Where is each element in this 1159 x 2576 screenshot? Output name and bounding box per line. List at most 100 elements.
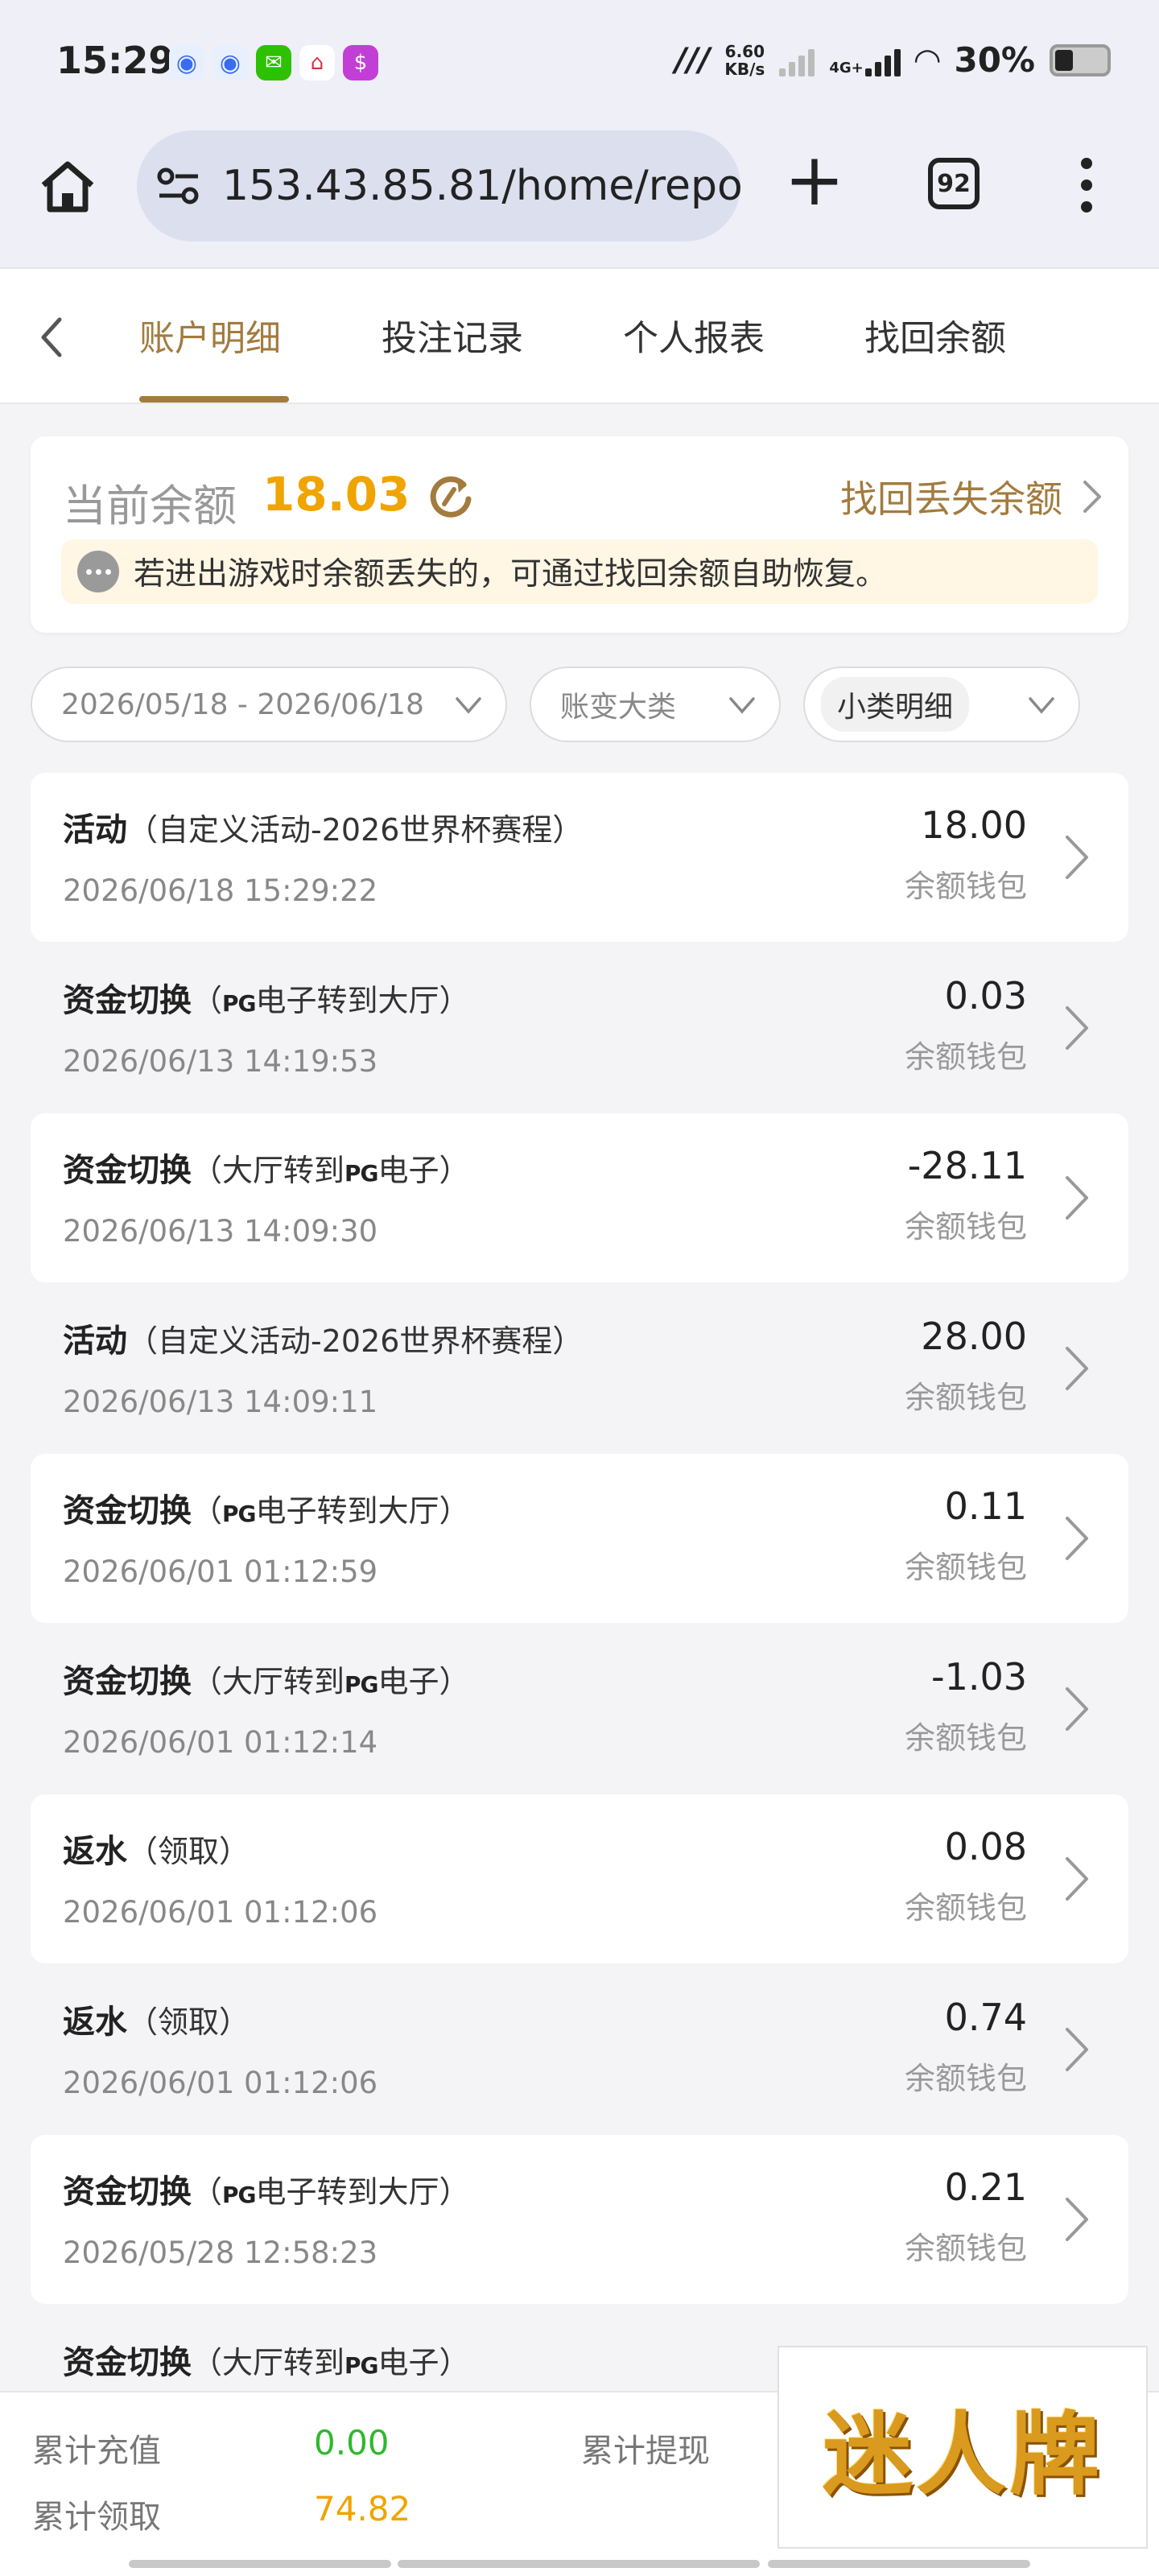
category-filter[interactable]: 账变大类: [530, 667, 781, 742]
brand-logo-text: 迷人牌: [823, 2402, 1103, 2508]
transaction-amount: 0.21: [944, 2165, 1027, 2209]
transaction-note: （: [192, 982, 223, 1018]
tab-account-detail[interactable]: 账户明细: [139, 309, 281, 361]
transaction-note-end: 电子）: [377, 1153, 470, 1188]
transaction-wallet: 余额钱包: [904, 1890, 1027, 1926]
wechat-icon: ✉: [256, 45, 291, 80]
back-icon[interactable]: [32, 313, 72, 361]
transaction-row[interactable]: 返水（领取） 2026/06/01 01:12:06 0.08 余额钱包: [31, 1794, 1128, 1963]
chevron-down-icon: [729, 697, 755, 714]
transaction-row[interactable]: 资金切换（PG电子转到大厅） 2026/06/13 14:19:53 0.03 余额钱…: [31, 943, 1128, 1113]
site-settings-icon[interactable]: [155, 162, 203, 210]
transaction-amount: 0.08: [944, 1825, 1027, 1868]
total-claim-label: 累计领取: [32, 2499, 161, 2536]
transaction-row[interactable]: 资金切换（PG电子转到大厅） 2026/06/01 01:12:59 0.11 余额钱…: [31, 1454, 1128, 1623]
tab-switcher-button[interactable]: 92: [928, 158, 980, 209]
transaction-type: 资金切换: [63, 1152, 192, 1189]
transaction-note-end: 电子转到大厅）: [255, 2174, 470, 2210]
more-menu-icon[interactable]: [1070, 153, 1103, 217]
new-tab-icon[interactable]: +: [782, 144, 847, 217]
tab-personal-report[interactable]: 个人报表: [623, 309, 765, 361]
transaction-time: 2026/05/28 12:58:23: [63, 2235, 378, 2270]
refresh-icon[interactable]: [422, 469, 478, 525]
transaction-amount: 0.11: [944, 1484, 1027, 1528]
transaction-note: （大厅转到: [192, 1663, 345, 1699]
transaction-wallet: 余额钱包: [904, 2060, 1027, 2096]
transaction-wallet: 余额钱包: [904, 1379, 1027, 1415]
transaction-note-end: 电子）: [377, 1663, 470, 1699]
transaction-title: 返水（领取）: [63, 1996, 250, 2042]
summary-bar: 累计充值 0.00 累计提现 累计领取 74.82 迷人牌: [0, 2346, 1159, 2576]
transaction-type: 资金切换: [63, 1492, 192, 1530]
pg-brand: PG: [344, 1160, 379, 1187]
total-withdraw-label: 累计提现: [581, 2433, 710, 2470]
date-range-value: 2026/05/18 - 2026/06/18: [61, 687, 424, 721]
wifi-icon: ◠: [914, 41, 940, 79]
transaction-note: （领取）: [127, 1834, 250, 1869]
transaction-title: 资金切换（PG电子转到大厅）: [63, 2165, 470, 2212]
total-recharge-value: 0.00: [314, 2423, 390, 2462]
transaction-note: （大厅转到: [192, 2344, 345, 2380]
balance-label: 当前余额: [63, 481, 237, 531]
transaction-title: 资金切换（PG电子转到大厅）: [63, 974, 470, 1021]
date-range-filter[interactable]: 2026/05/18 - 2026/06/18: [31, 667, 507, 742]
home-app-icon: ⌂: [299, 45, 335, 80]
transaction-row[interactable]: 资金切换（大厅转到PG电子） 2026/06/01 01:12:14 -1.03 余额…: [31, 1624, 1128, 1794]
chat-bubble-icon: [77, 551, 119, 592]
chevron-right-icon: [1066, 1857, 1088, 1901]
recover-lost-balance-link[interactable]: 找回丢失余额: [840, 470, 1104, 523]
pg-brand: PG: [222, 2182, 257, 2208]
home-icon[interactable]: [35, 155, 100, 219]
transaction-type: 资金切换: [63, 1662, 192, 1700]
transaction-note-end: 电子）: [377, 2344, 470, 2380]
url-text[interactable]: 153.43.85.81/home/repor: [222, 162, 740, 210]
transaction-row[interactable]: 返水（领取） 2026/06/01 01:12:06 0.74 余额钱包: [31, 1965, 1128, 2134]
transaction-row[interactable]: 活动（自定义活动-2026世界杯赛程） 2026/06/18 15:29:22 18…: [31, 773, 1128, 942]
balance-tip: 若进出游戏时余额丢失的，可通过找回余额自助恢复。: [61, 539, 1098, 604]
transaction-amount: 28.00: [921, 1314, 1027, 1358]
chevron-down-icon: [1029, 697, 1054, 714]
transaction-row[interactable]: 资金切换（PG电子转到大厅） 2026/05/28 12:58:23 0.21 余额钱…: [31, 2135, 1128, 2304]
transaction-wallet: 余额钱包: [904, 1209, 1027, 1245]
transaction-wallet: 余额钱包: [904, 1550, 1027, 1585]
status-bar: 15:29 ◉ ◉ ✉ ⌂ $ /// 6.60 KB/s 4G+ ◠ 30%: [0, 0, 1159, 121]
transaction-note: （自定义活动-2026世界杯赛程）: [127, 1323, 584, 1359]
transaction-title: 资金切换（大厅转到PG电子）: [63, 1144, 470, 1191]
chevron-right-icon: [1066, 1176, 1088, 1220]
transaction-amount: -28.11: [907, 1144, 1027, 1187]
transaction-type: 资金切换: [63, 2343, 192, 2381]
scroll-indicator: [129, 2560, 391, 2568]
transaction-type: 资金切换: [63, 2174, 192, 2211]
chevron-right-icon: [1083, 481, 1101, 513]
network-type: 4G+: [829, 59, 864, 76]
pg-brand: PG: [222, 989, 257, 1017]
transaction-amount: -1.03: [930, 1654, 1027, 1699]
subcategory-filter[interactable]: 小类明细: [803, 667, 1080, 742]
transaction-time: 2026/06/13 14:09:11: [63, 1384, 378, 1419]
category-value: 账变大类: [560, 691, 677, 724]
tab-bet-records[interactable]: 投注记录: [382, 309, 523, 361]
chevron-right-icon: [1066, 1517, 1088, 1560]
transaction-title: 活动（自定义活动-2026世界杯赛程）: [63, 803, 583, 850]
transaction-time: 2026/06/13 14:09:30: [63, 1214, 378, 1249]
chevron-right-icon: [1066, 1686, 1088, 1731]
address-bar[interactable]: 153.43.85.81/home/repor: [137, 130, 740, 242]
pg-brand: PG: [222, 1501, 257, 1527]
transaction-note: （自定义活动-2026世界杯赛程）: [127, 812, 584, 848]
transaction-row[interactable]: 活动（自定义活动-2026世界杯赛程） 2026/06/13 14:09:11 28…: [31, 1284, 1128, 1453]
transaction-note: （: [192, 1493, 223, 1529]
transaction-wallet: 余额钱包: [904, 2231, 1027, 2266]
transaction-title: 返水（领取）: [63, 1825, 250, 1872]
transaction-type: 活动: [63, 1322, 127, 1360]
transaction-wallet: 余额钱包: [904, 1038, 1027, 1075]
chevron-right-icon: [1066, 836, 1088, 879]
browser-toolbar: 153.43.85.81/home/repor + 92: [0, 121, 1159, 267]
transaction-time: 2026/06/01 01:12:06: [63, 1895, 378, 1930]
tab-recover-balance[interactable]: 找回余额: [864, 309, 1006, 361]
net-speed-value: 6.60: [724, 41, 765, 61]
transaction-title: 资金切换（PG电子转到大厅）: [63, 1484, 470, 1531]
balance-card: 当前余额 18.03 找回丢失余额 若进出游戏时余额丢失的，可通过找回余额自助恢…: [31, 436, 1128, 633]
app-icon: $: [343, 45, 378, 80]
transaction-row[interactable]: 资金切换（大厅转到PG电子） 2026/06/13 14:09:30 -28.11 余…: [31, 1113, 1128, 1282]
mobile-data-icon: ///: [674, 41, 711, 79]
